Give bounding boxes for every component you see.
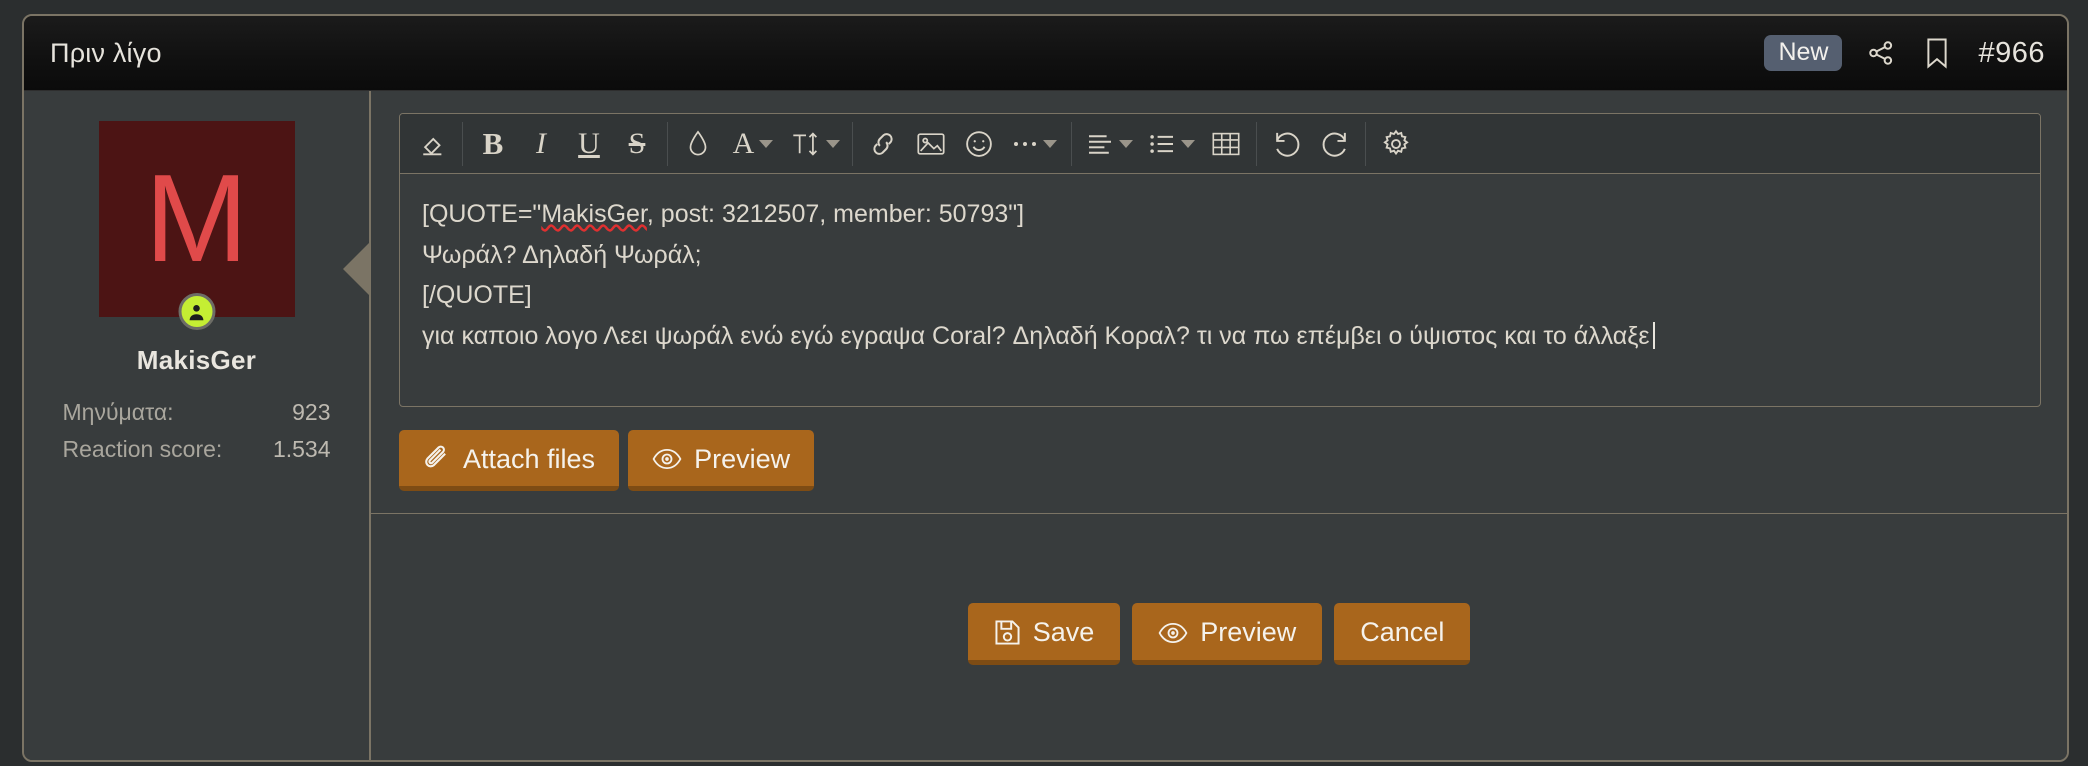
attach-files-label: Attach files: [463, 446, 595, 473]
image-icon[interactable]: [907, 122, 955, 166]
toolbar-group-clear: [404, 122, 460, 166]
remove-formatting-icon[interactable]: [408, 122, 456, 166]
post-editor-panel: Πριν λίγο New #966: [22, 14, 2069, 762]
italic-label: I: [536, 129, 546, 159]
attachment-actions: Attach files Preview: [371, 430, 2067, 514]
page-title: Πριν λίγο: [50, 38, 162, 69]
header-actions: New #966: [1764, 35, 2045, 71]
chevron-down-icon: [1181, 140, 1195, 148]
post-number: #966: [1978, 37, 2045, 70]
preview-button-bottom[interactable]: Preview: [1132, 603, 1322, 665]
stat-value: 923: [292, 395, 330, 430]
author-stats: Μηνύματα: 923 Reaction score: 1.534: [63, 394, 331, 467]
table-icon[interactable]: [1202, 122, 1250, 166]
cancel-button[interactable]: Cancel: [1334, 603, 1470, 665]
editor-textarea[interactable]: [QUOTE="MakisGer, post: 3212507, member:…: [400, 174, 2040, 406]
cancel-label: Cancel: [1360, 619, 1444, 646]
panel-body: M MakisGer Μηνύματα: 923 Re: [24, 91, 2067, 760]
form-footer: Save Preview Cancel: [371, 514, 2067, 760]
text-cursor: [1653, 322, 1655, 349]
redo-icon[interactable]: [1311, 122, 1359, 166]
speech-bubble-arrow: [343, 241, 371, 297]
stat-label: Reaction score:: [63, 432, 223, 467]
toolbar-separator: [1256, 122, 1257, 166]
reply-text-line: για καποιο λογο Λεει ψωράλ ενώ εγώ εγραψ…: [422, 322, 1650, 350]
font-size-icon[interactable]: [784, 122, 846, 166]
share-icon[interactable]: [1864, 36, 1898, 70]
link-icon[interactable]: [859, 122, 907, 166]
quote-close-tag: [/QUOTE]: [422, 281, 532, 309]
quote-body-line: Ψωράλ? Δηλαδή Ψωράλ;: [422, 241, 702, 269]
chevron-down-icon: [1043, 140, 1057, 148]
preview-label-top: Preview: [694, 446, 790, 473]
rich-text-editor: B I U S: [399, 113, 2041, 407]
toolbar-group-style: B I U S: [465, 122, 665, 166]
more-options-icon[interactable]: [1003, 122, 1065, 166]
settings-gear-icon[interactable]: [1372, 122, 1420, 166]
save-floppy-icon: [994, 619, 1021, 646]
toolbar-separator: [667, 122, 668, 166]
stat-row: Μηνύματα: 923: [63, 394, 331, 431]
toolbar-group-block: [1074, 122, 1254, 166]
preview-label-bottom: Preview: [1200, 619, 1296, 646]
toolbar-separator: [852, 122, 853, 166]
toolbar-group-insert: [855, 122, 1069, 166]
toolbar-separator: [462, 122, 463, 166]
editor-zone: B I U S: [371, 91, 2067, 407]
underline-label: U: [578, 129, 600, 159]
quote-open-post: , post: 3212507, member: 50793"]: [647, 200, 1024, 228]
page-root: Πριν λίγο New #966: [0, 0, 2088, 766]
bookmark-icon[interactable]: [1920, 36, 1954, 70]
chevron-down-icon: [826, 140, 840, 148]
save-button[interactable]: Save: [968, 603, 1121, 665]
preview-button-top[interactable]: Preview: [628, 430, 814, 491]
text-color-icon[interactable]: [674, 122, 722, 166]
quote-open-pre: [QUOTE=": [422, 200, 541, 228]
stat-label: Μηνύματα:: [63, 395, 174, 430]
list-icon[interactable]: [1140, 122, 1202, 166]
toolbar-separator: [1365, 122, 1366, 166]
stat-value: 1.534: [273, 432, 331, 467]
align-icon[interactable]: [1078, 122, 1140, 166]
eye-icon: [652, 448, 682, 470]
toolbar-group-history: [1259, 122, 1363, 166]
eye-icon: [1158, 622, 1188, 644]
font-family-icon[interactable]: A: [722, 122, 784, 166]
panel-header: Πριν λίγο New #966: [24, 16, 2067, 91]
status-badge-new[interactable]: New: [1764, 35, 1842, 71]
strikethrough-label: S: [629, 129, 646, 159]
underline-icon[interactable]: U: [565, 122, 613, 166]
quote-author-misspelled: MakisGer: [541, 200, 647, 228]
toolbar-separator: [1071, 122, 1072, 166]
italic-icon[interactable]: I: [517, 122, 565, 166]
attach-files-button[interactable]: Attach files: [399, 430, 619, 491]
toolbar-group-font: A: [670, 122, 850, 166]
editor-main: B I U S: [371, 91, 2067, 760]
editor-toolbar: B I U S: [400, 114, 2040, 174]
chevron-down-icon: [759, 140, 773, 148]
paperclip-icon: [423, 445, 451, 473]
strikethrough-icon[interactable]: S: [613, 122, 661, 166]
avatar[interactable]: M: [99, 121, 295, 317]
save-label: Save: [1033, 619, 1095, 646]
bold-icon[interactable]: B: [469, 122, 517, 166]
toolbar-group-settings: [1368, 122, 1424, 166]
chevron-down-icon: [1119, 140, 1133, 148]
font-family-label: A: [733, 129, 755, 159]
stat-row: Reaction score: 1.534: [63, 431, 331, 468]
author-username[interactable]: MakisGer: [137, 345, 256, 376]
author-sidebar: M MakisGer Μηνύματα: 923 Re: [24, 91, 371, 760]
avatar-wrapper: M: [99, 121, 295, 317]
emoji-icon[interactable]: [955, 122, 1003, 166]
undo-icon[interactable]: [1263, 122, 1311, 166]
bold-label: B: [483, 128, 504, 159]
online-status-icon: [178, 293, 215, 330]
